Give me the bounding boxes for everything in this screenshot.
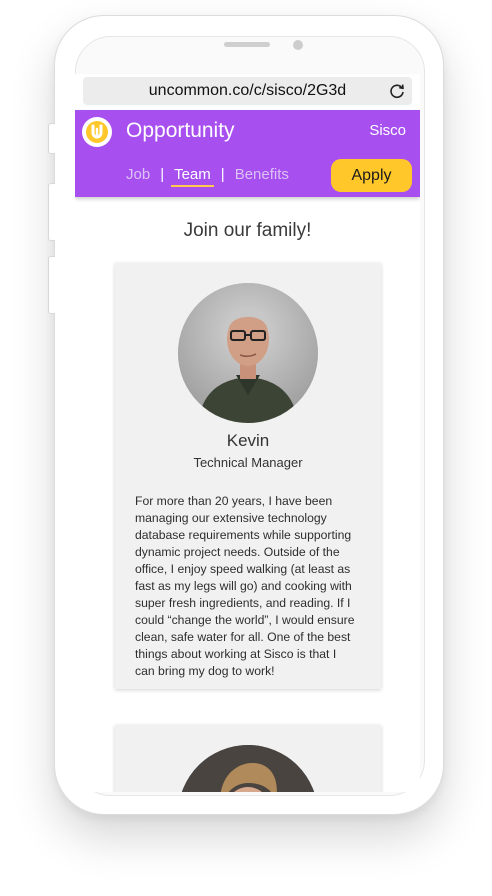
page-title: Opportunity [126,119,235,142]
avatar [178,745,318,792]
avatar [178,283,318,423]
tab-divider: | [220,166,225,183]
app-header: Opportunity Sisco Job | Team | Benefits … [75,110,420,197]
address-bar[interactable]: uncommon.co/c/sisco/2G3d [83,77,412,105]
bio-line: could “change the world”, I would ensure [135,613,355,627]
tab-divider: | [160,166,165,183]
bio-line: managing our extensive technology [135,511,327,525]
tab-team[interactable]: Team [171,166,214,187]
volume-down-button [48,256,55,314]
member-role: Technical Manager [193,455,303,470]
bio-line: things about working at Sisco is that I [135,647,337,661]
bio-line: can bring my dog to work! [135,664,275,678]
reload-icon[interactable] [388,82,406,100]
bio-line: For more than 20 years, I have been [135,494,333,508]
tab-job[interactable]: Job [125,166,151,183]
member-name: Kevin [226,431,270,450]
team-member-card [115,725,381,792]
speaker-grille [224,42,270,47]
uncommon-logo-icon[interactable] [82,117,112,147]
company-name[interactable]: Sisco [369,122,406,139]
member-bio: For more than 20 years, I have been mana… [135,493,367,680]
screen: uncommon.co/c/sisco/2G3d Opportunity Sis… [75,74,420,792]
tab-bar: Job | Team | Benefits [125,166,290,187]
bio-line: office, I enjoy speed walking (at least … [135,562,351,576]
mute-switch [48,123,55,154]
volume-up-button [48,183,55,241]
bio-line: database requirements while supporting [135,528,352,542]
apply-button[interactable]: Apply [331,159,412,192]
team-member-card: Kevin Technical Manager For more than 20… [115,263,381,689]
front-camera [293,40,303,50]
bio-line: super fresh ingredients, and reading. If… [135,596,351,610]
section-heading: Join our family! [183,220,312,241]
url-text[interactable]: uncommon.co/c/sisco/2G3d [149,82,346,100]
tab-benefits[interactable]: Benefits [234,166,290,183]
bio-line: dynamic project needs. Outside of the [135,545,340,559]
bio-line: fast as my legs will go) and cooking wit… [135,579,352,593]
bio-line: clean, safe water for all. One of the be… [135,630,351,644]
